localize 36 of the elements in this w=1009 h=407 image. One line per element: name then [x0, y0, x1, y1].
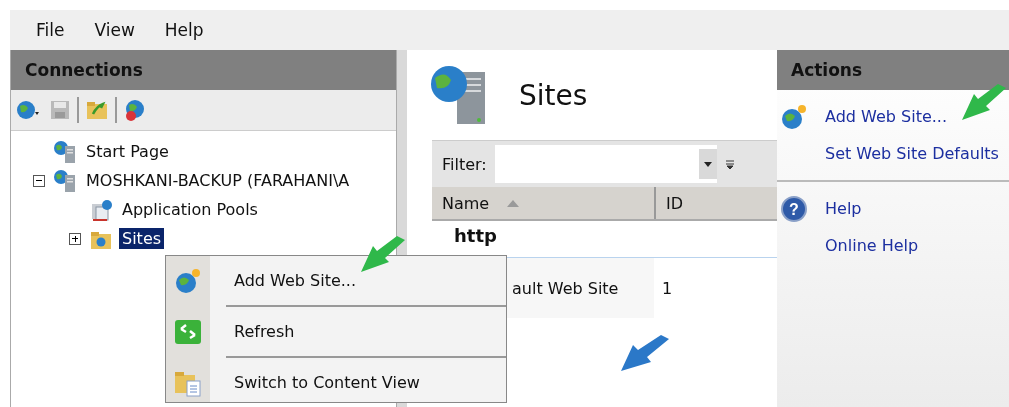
help-icon: ? [781, 195, 807, 222]
action-link[interactable]: Set Web Site Defaults [825, 144, 999, 163]
more-icon[interactable] [724, 158, 735, 170]
tree-item[interactable]: Sites [119, 228, 165, 249]
menu-item[interactable]: File [36, 20, 65, 40]
server-icon [53, 139, 77, 164]
table-cell-text: 1 [661, 278, 673, 298]
globe-add-icon [781, 103, 807, 130]
refresh-icon [174, 318, 202, 345]
column-header[interactable]: ID [656, 187, 684, 219]
save-icon[interactable] [49, 98, 71, 122]
tree-item[interactable]: Start Page [83, 141, 172, 162]
filter-label: Filter: [442, 154, 487, 174]
server-icon [53, 168, 77, 193]
expand-toggle[interactable] [69, 232, 81, 245]
app-pool-icon [89, 197, 113, 222]
menu-item[interactable]: Help [164, 20, 204, 40]
column-header[interactable]: Name [432, 187, 656, 219]
menu-item[interactable]: Switch to Content View [230, 371, 424, 394]
dropdown-icon [703, 161, 712, 167]
disconnect-icon[interactable] [123, 98, 147, 122]
action-link[interactable]: Online Help [825, 236, 919, 255]
filter-field[interactable] [494, 145, 717, 183]
menu-item[interactable]: Add Web Site... [230, 269, 360, 292]
tree-item[interactable]: MOSHKANI-BACKUP (FARAHANI\A [83, 170, 353, 191]
collapse-toggle[interactable] [33, 174, 45, 187]
sort-icon [507, 199, 520, 207]
page-title: Sites [519, 78, 588, 112]
panel-header: Connections [11, 50, 396, 90]
menu-item[interactable]: Refresh [230, 320, 299, 343]
menu-item[interactable]: View [94, 20, 135, 40]
tree-item[interactable]: Application Pools [119, 199, 261, 220]
panel-header: Actions [777, 50, 1009, 90]
action-link[interactable]: Add Web Site... [825, 107, 947, 126]
action-link[interactable]: Help [825, 199, 862, 218]
globe-add-icon [174, 266, 202, 295]
